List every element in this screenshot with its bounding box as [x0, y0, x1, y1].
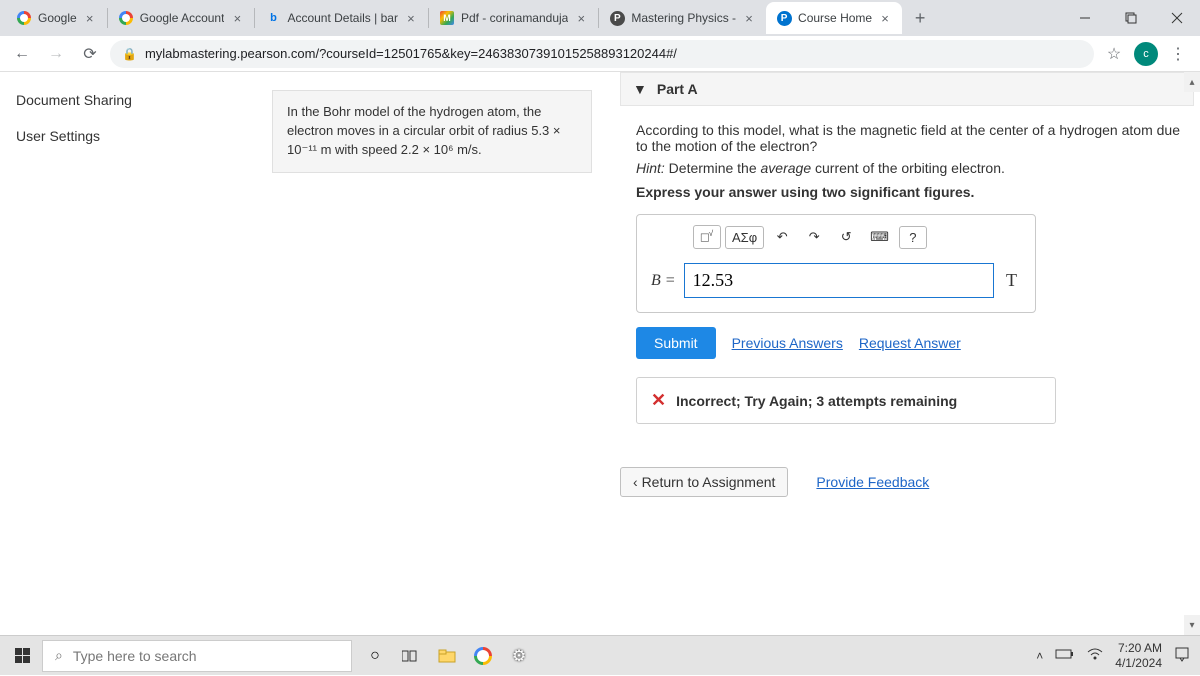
- left-nav: Document Sharing User Settings: [0, 72, 240, 635]
- close-icon[interactable]: ×: [742, 11, 756, 25]
- help-button[interactable]: ?: [899, 226, 927, 249]
- battery-icon[interactable]: [1055, 648, 1075, 663]
- tab-title: Mastering Physics -: [631, 11, 736, 25]
- tab-strip: Google × Google Account × b Account Deta…: [0, 0, 1200, 36]
- url-text: mylabmastering.pearson.com/?courseId=125…: [145, 46, 677, 61]
- request-answer-link[interactable]: Request Answer: [859, 335, 961, 351]
- feedback-box: ✕ Incorrect; Try Again; 3 attempts remai…: [636, 377, 1056, 424]
- cortana-icon[interactable]: ○: [358, 636, 392, 676]
- feedback-text: Incorrect; Try Again; 3 attempts remaini…: [676, 393, 957, 409]
- close-icon[interactable]: ×: [574, 11, 588, 25]
- tab-title: Account Details | bar: [287, 11, 398, 25]
- notifications-icon[interactable]: [1174, 646, 1190, 665]
- unit-label: T: [1002, 270, 1021, 291]
- date-text: 4/1/2024: [1115, 656, 1162, 670]
- variable-label: B =: [651, 272, 676, 290]
- close-icon[interactable]: ×: [83, 11, 97, 25]
- tab-title: Pdf - corinamanduja: [461, 11, 568, 25]
- star-icon[interactable]: ☆: [1100, 40, 1128, 68]
- chevron-up-icon[interactable]: ˄: [1036, 649, 1043, 663]
- back-icon[interactable]: ←: [8, 40, 36, 68]
- templates-icon[interactable]: □√: [693, 225, 721, 249]
- problem-prompt: In the Bohr model of the hydrogen atom, …: [272, 90, 592, 173]
- provide-feedback-link[interactable]: Provide Feedback: [816, 474, 929, 490]
- address-bar[interactable]: 🔒 mylabmastering.pearson.com/?courseId=1…: [110, 40, 1094, 68]
- nav-document-sharing[interactable]: Document Sharing: [16, 82, 224, 118]
- window-minimize-icon[interactable]: [1062, 0, 1108, 36]
- reset-icon[interactable]: ↺: [832, 226, 860, 248]
- collapse-icon[interactable]: ▼: [633, 81, 647, 97]
- undo-icon[interactable]: ↶: [768, 226, 796, 248]
- hint-label: Hint:: [636, 160, 665, 176]
- forward-icon[interactable]: →: [42, 40, 70, 68]
- tab-gmail-pdf[interactable]: M Pdf - corinamanduja ×: [429, 2, 598, 34]
- chrome-icon[interactable]: [466, 636, 500, 676]
- incorrect-icon: ✕: [651, 390, 666, 411]
- tab-google[interactable]: Google ×: [6, 2, 107, 34]
- window-maximize-icon[interactable]: [1108, 0, 1154, 36]
- close-icon[interactable]: ×: [404, 11, 418, 25]
- hint-line: Hint: Determine the average current of t…: [636, 160, 1186, 176]
- menu-icon[interactable]: ⋮: [1164, 40, 1192, 68]
- time-text: 7:20 AM: [1115, 641, 1162, 655]
- answer-input[interactable]: [684, 263, 994, 298]
- prompt-text: In the Bohr model of the hydrogen atom, …: [287, 104, 561, 157]
- windows-icon: [15, 648, 30, 663]
- part-header[interactable]: ▼ Part A: [620, 72, 1194, 106]
- submit-button[interactable]: Submit: [636, 327, 716, 359]
- pearson-icon: P: [609, 10, 625, 26]
- taskbar: ⌕ Type here to search ○ ⚙ ˄ 7:20 AM 4/1/…: [0, 635, 1200, 675]
- scroll-down-icon[interactable]: ▾: [1184, 615, 1200, 635]
- tab-title: Google Account: [140, 11, 225, 25]
- window-close-icon[interactable]: [1154, 0, 1200, 36]
- scroll-up-icon[interactable]: ▴: [1184, 72, 1200, 92]
- keyboard-icon[interactable]: ⌨: [864, 226, 895, 248]
- search-icon: ⌕: [55, 647, 63, 664]
- previous-answers-link[interactable]: Previous Answers: [732, 335, 843, 351]
- start-button[interactable]: [2, 636, 42, 676]
- lock-icon: 🔒: [122, 47, 137, 61]
- b-icon: b: [265, 10, 281, 26]
- redo-icon[interactable]: ↷: [800, 226, 828, 248]
- close-icon[interactable]: ×: [878, 11, 892, 25]
- greek-letters-button[interactable]: ΑΣφ: [725, 226, 764, 249]
- express-instruction: Express your answer using two significan…: [636, 184, 1186, 200]
- taskbar-search[interactable]: ⌕ Type here to search: [42, 640, 352, 672]
- new-tab-button[interactable]: +: [906, 4, 934, 32]
- question-text: According to this model, what is the mag…: [636, 122, 1186, 154]
- close-icon[interactable]: ×: [230, 11, 244, 25]
- nav-user-settings[interactable]: User Settings: [16, 118, 224, 154]
- pearson-icon: P: [776, 10, 792, 26]
- part-label: Part A: [657, 81, 698, 97]
- tab-account-details[interactable]: b Account Details | bar ×: [255, 2, 428, 34]
- tab-title: Google: [38, 11, 77, 25]
- reload-icon[interactable]: ⟳: [76, 40, 104, 68]
- gmail-icon: M: [439, 10, 455, 26]
- task-view-icon[interactable]: [394, 636, 428, 676]
- tab-mastering-physics[interactable]: P Mastering Physics - ×: [599, 2, 766, 34]
- google-icon: [118, 10, 134, 26]
- tab-google-account[interactable]: Google Account ×: [108, 2, 255, 34]
- return-to-assignment-button[interactable]: ‹ Return to Assignment: [620, 467, 788, 497]
- answer-box: □√ ΑΣφ ↶ ↷ ↺ ⌨ ? B = T: [636, 214, 1036, 313]
- search-placeholder: Type here to search: [73, 648, 197, 664]
- file-explorer-icon[interactable]: [430, 636, 464, 676]
- settings-icon[interactable]: ⚙: [502, 636, 536, 676]
- wifi-icon[interactable]: [1087, 648, 1103, 663]
- clock[interactable]: 7:20 AM 4/1/2024: [1115, 641, 1162, 670]
- tab-course-home[interactable]: P Course Home ×: [766, 2, 902, 34]
- profile-avatar[interactable]: c: [1134, 42, 1158, 66]
- chevron-left-icon: ‹: [633, 474, 642, 490]
- google-icon: [16, 10, 32, 26]
- tab-title: Course Home: [798, 11, 872, 25]
